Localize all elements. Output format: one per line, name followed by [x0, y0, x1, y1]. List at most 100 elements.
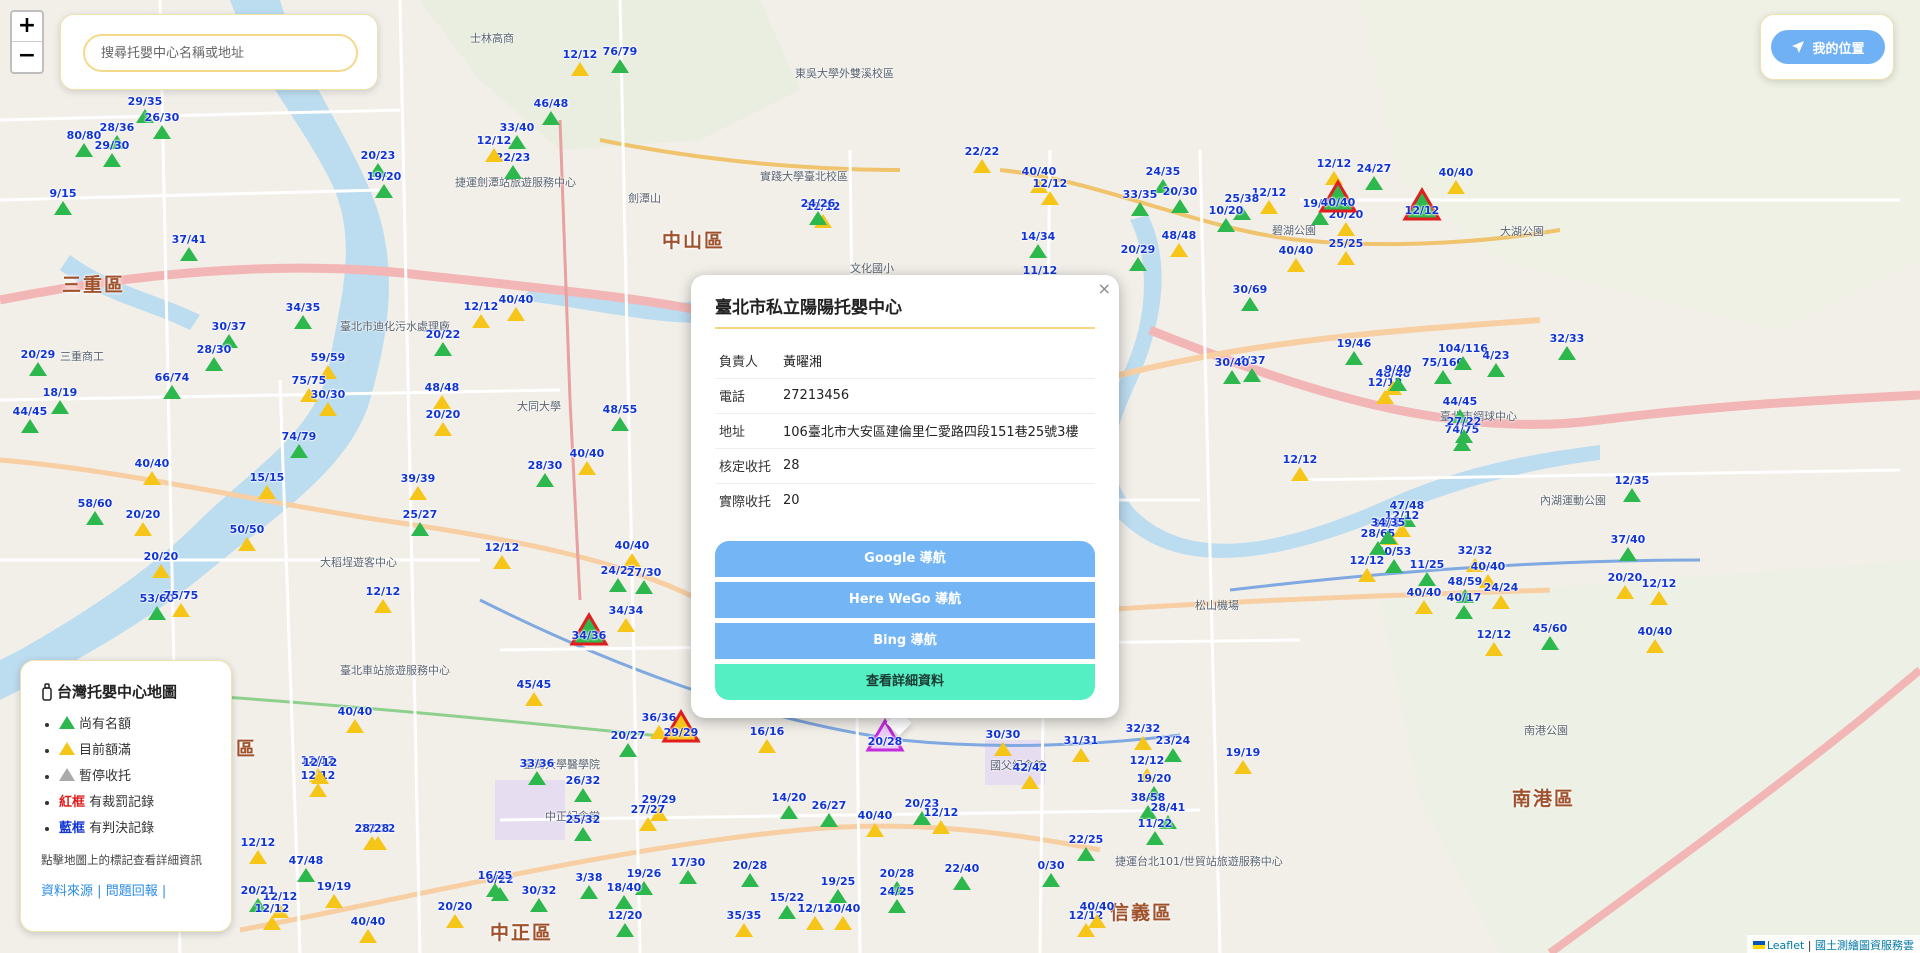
childcare-marker[interactable]: 28/28	[355, 823, 389, 857]
bing-navigate-button[interactable]: Bing 導航	[715, 623, 1095, 659]
herewego-navigate-button[interactable]: Here WeGo 導航	[715, 582, 1095, 618]
childcare-marker[interactable]: 24/26	[801, 198, 835, 232]
childcare-marker[interactable]: 40/40	[858, 810, 892, 844]
childcare-marker[interactable]: 4/23	[1481, 350, 1511, 384]
search-input[interactable]	[83, 34, 358, 72]
childcare-marker[interactable]: 30/32	[522, 885, 556, 919]
childcare-marker[interactable]: 0/30	[1036, 860, 1066, 894]
childcare-marker[interactable]: 30/30	[986, 729, 1020, 763]
childcare-marker[interactable]: 29/30	[95, 140, 129, 174]
childcare-marker[interactable]: 20/28	[733, 860, 767, 894]
childcare-marker[interactable]: 48/48	[1162, 230, 1196, 264]
childcare-marker[interactable]: 26/32	[566, 775, 600, 809]
childcare-marker[interactable]: 24/25	[880, 886, 914, 920]
childcare-marker[interactable]: 12/12	[241, 837, 275, 871]
childcare-marker[interactable]: 20/22	[426, 329, 460, 363]
childcare-marker[interactable]: 3/38	[574, 872, 604, 906]
childcare-marker[interactable]: 22/40	[945, 863, 979, 897]
childcare-marker[interactable]: 20/20	[144, 551, 178, 585]
childcare-marker[interactable]: 45/60	[1533, 623, 1567, 657]
childcare-marker[interactable]: 12/12	[798, 903, 832, 937]
childcare-marker[interactable]: 9/15	[48, 188, 78, 222]
childcare-marker[interactable]: 31/31	[1064, 735, 1098, 769]
zoom-out-button[interactable]: −	[12, 42, 42, 72]
childcare-marker[interactable]: 76/79	[603, 46, 637, 80]
childcare-marker[interactable]: 20/29	[1121, 244, 1155, 278]
childcare-marker[interactable]: 35/35	[727, 910, 761, 944]
childcare-marker[interactable]: 40/40	[1080, 901, 1114, 935]
leaflet-link[interactable]: Leaflet	[1767, 939, 1804, 952]
my-location-button[interactable]: 我的位置	[1771, 30, 1885, 64]
childcare-marker[interactable]: 9/40	[1383, 364, 1413, 398]
childcare-marker[interactable]: 28/30	[197, 344, 231, 378]
childcare-marker[interactable]: 40/40	[351, 916, 385, 950]
childcare-marker[interactable]: 34/35	[286, 302, 320, 336]
childcare-marker[interactable]: 32/33	[1550, 333, 1584, 367]
childcare-marker[interactable]: 40/40	[1279, 245, 1313, 279]
popup-close-button[interactable]: ×	[1098, 279, 1111, 298]
childcare-marker[interactable]: 14/20	[772, 792, 806, 826]
childcare-marker[interactable]: 37/40	[1611, 534, 1645, 568]
childcare-marker[interactable]: 12/12	[1642, 578, 1676, 612]
childcare-marker[interactable]: 19/20	[367, 171, 401, 205]
childcare-marker[interactable]: 40/40	[338, 706, 372, 740]
childcare-marker[interactable]: 20/20	[126, 509, 160, 543]
childcare-marker[interactable]: 30/30	[311, 389, 345, 423]
childcare-marker[interactable]: 27/22	[1447, 416, 1481, 450]
google-navigate-button[interactable]: Google 導航	[715, 541, 1095, 577]
data-source-link[interactable]: 資料來源	[41, 884, 93, 899]
childcare-marker[interactable]: 74/79	[282, 431, 316, 465]
childcare-marker[interactable]: 33/35	[1123, 189, 1157, 223]
childcare-marker[interactable]: 24/27	[1357, 163, 1391, 197]
childcare-marker[interactable]: 20/27	[611, 730, 645, 764]
childcare-marker[interactable]: 50/50	[230, 524, 264, 558]
childcare-marker[interactable]: 18/40	[607, 882, 641, 916]
childcare-marker[interactable]: 48/55	[603, 404, 637, 438]
childcare-marker[interactable]: 12/12	[563, 49, 597, 83]
childcare-marker[interactable]: 28/30	[528, 460, 562, 494]
childcare-marker[interactable]: 22/22	[965, 146, 999, 180]
childcare-marker[interactable]: 12/12	[1283, 454, 1317, 488]
childcare-marker[interactable]: 12/12	[924, 807, 958, 841]
childcare-marker[interactable]: 40/40	[1439, 167, 1473, 201]
childcare-marker[interactable]: 19/19	[317, 881, 351, 915]
childcare-marker[interactable]: 16/25	[478, 870, 512, 904]
childcare-marker[interactable]: 45/45	[517, 679, 551, 713]
childcare-marker[interactable]: 20/20	[438, 901, 472, 935]
childcare-marker[interactable]: 15/15	[250, 472, 284, 506]
childcare-marker[interactable]: 40/40	[1638, 626, 1672, 660]
childcare-marker[interactable]: 26/27	[812, 800, 846, 834]
childcare-marker[interactable]: 27/30	[627, 567, 661, 601]
childcare-marker[interactable]: 16/16	[750, 726, 784, 760]
childcare-marker[interactable]: 37/41	[172, 234, 206, 268]
childcare-marker[interactable]: 39/39	[401, 473, 435, 507]
childcare-marker[interactable]: 20/30	[1163, 186, 1197, 220]
penalty-childcare-marker[interactable]: 34/36	[569, 612, 609, 648]
childcare-marker[interactable]: 46/48	[534, 98, 568, 132]
report-issue-link[interactable]: 問題回報	[106, 884, 158, 899]
childcare-marker[interactable]: 40/40	[570, 448, 604, 482]
penalty-childcare-marker[interactable]: 40/40	[1318, 179, 1358, 215]
childcare-marker[interactable]: 27/27	[631, 804, 665, 838]
childcare-marker[interactable]: 25/25	[1329, 238, 1363, 272]
childcare-marker[interactable]: 75/75	[164, 590, 198, 624]
childcare-marker[interactable]: 44/45	[13, 406, 47, 440]
childcare-marker[interactable]: 11/22	[1138, 818, 1172, 852]
childcare-marker[interactable]: 20/20	[426, 409, 460, 443]
childcare-marker[interactable]: 17/30	[671, 857, 705, 891]
childcare-marker[interactable]: 18/19	[43, 387, 77, 421]
childcare-marker[interactable]: 12/12	[485, 542, 519, 576]
childcare-marker[interactable]: 34/35	[1371, 517, 1405, 551]
childcare-marker[interactable]: 25/32	[566, 814, 600, 848]
childcare-marker[interactable]: 12/12	[1477, 629, 1511, 663]
childcare-marker[interactable]: 40/17	[1447, 592, 1481, 626]
zoom-in-button[interactable]: +	[12, 12, 42, 42]
childcare-marker[interactable]: 12/12	[366, 586, 400, 620]
childcare-marker[interactable]: 20/29	[21, 349, 55, 383]
view-details-button[interactable]: 查看詳細資料	[715, 664, 1095, 700]
childcare-marker[interactable]: 12/12	[464, 301, 498, 335]
childcare-marker[interactable]: 12/12	[255, 903, 289, 937]
childcare-marker[interactable]: 58/60	[78, 498, 112, 532]
childcare-marker[interactable]: 25/27	[403, 509, 437, 543]
childcare-marker[interactable]: 10/20	[1209, 205, 1243, 239]
